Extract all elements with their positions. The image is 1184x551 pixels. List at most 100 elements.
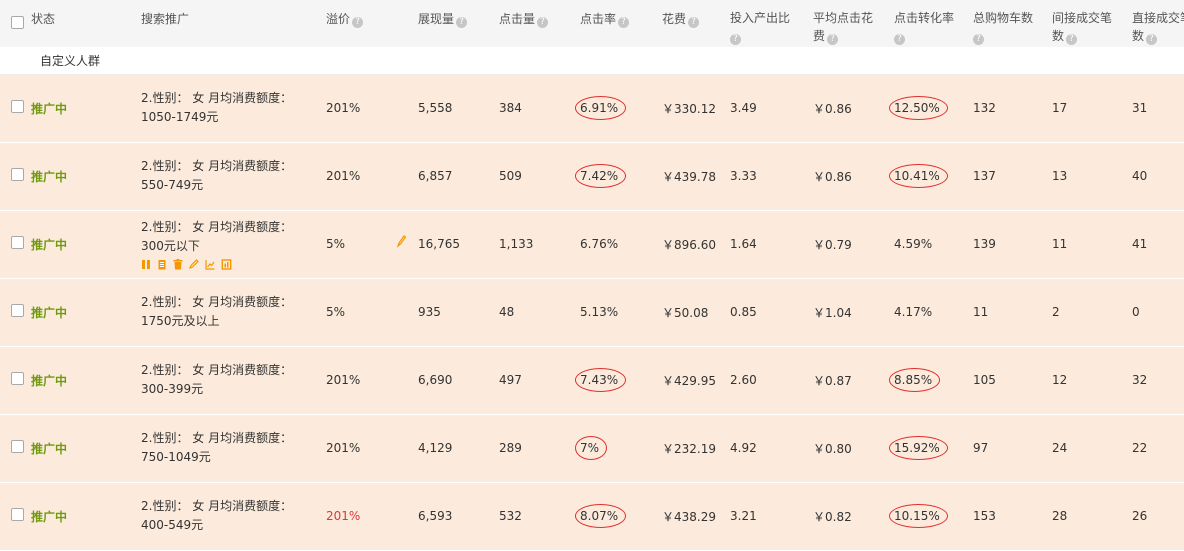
edit-premium-icon[interactable] <box>396 234 407 248</box>
impressions-cell: 6,593 <box>418 482 499 550</box>
cpc-cell: ￥0.82 <box>813 482 894 550</box>
help-icon[interactable]: ? <box>456 17 468 28</box>
delete-icon[interactable] <box>173 258 183 270</box>
ctr-cell: 6.91% <box>574 74 662 142</box>
help-icon[interactable]: ? <box>537 17 549 28</box>
status-cell: 推广中 <box>31 482 141 550</box>
cpc-cell: ￥1.04 <box>813 278 894 346</box>
crowd-line1: 2.性别： 女 月均消费额度： <box>141 295 293 309</box>
cart-cell: 132 <box>973 74 1052 142</box>
crowd-line1: 2.性别： 女 月均消费额度： <box>141 431 293 445</box>
premium-cell: 201% <box>326 414 418 482</box>
indirect-deals-value: 28 <box>1052 509 1068 523</box>
cart-cell: 137 <box>973 142 1052 210</box>
col-cpc[interactable]: 平均点击花费? <box>813 0 894 47</box>
row-checkbox[interactable] <box>11 440 24 453</box>
indirect-deals-cell: 11 <box>1052 210 1132 278</box>
row-select-cell <box>0 482 31 550</box>
group-header-row: 自定义人群 <box>0 47 1184 74</box>
help-icon[interactable]: ? <box>730 34 741 45</box>
crowd-line2: 300元以下 <box>141 238 200 253</box>
indirect-deals-value: 11 <box>1052 237 1068 251</box>
col-crowd[interactable]: 搜索推广 <box>141 0 326 47</box>
row-checkbox[interactable] <box>11 100 24 113</box>
report-icon[interactable] <box>221 258 232 270</box>
cost-cell: ￥50.08 <box>662 278 730 346</box>
col-premium[interactable]: 溢价? <box>326 0 418 47</box>
table-row[interactable]: 推广中 2.性别： 女 月均消费额度： 300元以下 5% 16,765 1,133 6.7… <box>0 210 1184 278</box>
col-status[interactable]: 状态 <box>31 0 141 47</box>
row-checkbox[interactable] <box>11 168 24 181</box>
cpc-value: ￥0.82 <box>813 509 852 524</box>
table-row[interactable]: 推广中 2.性别： 女 月均消费额度： 1050-1749元 201% 5,558 384… <box>0 74 1184 142</box>
col-direct-deals[interactable]: 直接成交笔数? <box>1132 0 1184 47</box>
help-icon[interactable]: ? <box>618 17 630 28</box>
table-row[interactable]: 推广中 2.性别： 女 月均消费额度： 550-749元 201% 6,857 509 7.… <box>0 142 1184 210</box>
status-cell: 推广中 <box>31 346 141 414</box>
premium-value: 201% <box>326 509 361 523</box>
premium-cell: 5% <box>326 278 418 346</box>
table-row[interactable]: 推广中 2.性别： 女 月均消费额度： 300-399元 201% 6,690 497 7.… <box>0 346 1184 414</box>
cvr-value: 8.85% <box>888 368 941 392</box>
table-row[interactable]: 推广中 2.性别： 女 月均消费额度： 750-1049元 201% 4,129 289 7… <box>0 414 1184 482</box>
table-row[interactable]: 推广中 2.性别： 女 月均消费额度： 400-549元 201% 6,593 532 8.… <box>0 482 1184 550</box>
cpc-cell: ￥0.80 <box>813 414 894 482</box>
clicks-cell: 509 <box>499 142 580 210</box>
direct-deals-value: 26 <box>1132 509 1148 523</box>
help-icon[interactable]: ? <box>688 17 700 28</box>
help-icon[interactable]: ? <box>1146 34 1158 45</box>
premium-value: 201% <box>326 169 361 183</box>
crowd-line1: 2.性别： 女 月均消费额度： <box>141 499 293 513</box>
col-roi[interactable]: 投入产出比? <box>730 0 813 47</box>
indirect-deals-cell: 2 <box>1052 278 1132 346</box>
col-cost[interactable]: 花费? <box>662 0 730 47</box>
status-text: 推广中 <box>31 373 68 388</box>
select-all-checkbox[interactable] <box>11 16 24 29</box>
direct-deals-value: 32 <box>1132 373 1148 387</box>
crowd-line1: 2.性别： 女 月均消费额度： <box>141 363 293 377</box>
col-impressions[interactable]: 展现量? <box>418 0 499 47</box>
cvr-value: 4.17% <box>894 305 933 319</box>
edit-icon[interactable] <box>188 258 199 270</box>
ctr-value: 7.42% <box>574 164 627 188</box>
roi-cell: 3.49 <box>730 74 813 142</box>
premium-value: 201% <box>326 101 361 115</box>
col-indirect-deals[interactable]: 间接成交笔数? <box>1052 0 1132 47</box>
col-ctr[interactable]: 点击率? <box>580 0 662 47</box>
copy-icon[interactable] <box>157 259 167 270</box>
help-icon[interactable]: ? <box>352 17 364 28</box>
clicks-cell: 48 <box>499 278 580 346</box>
crowd-line2: 550-749元 <box>141 178 204 192</box>
premium-value: 201% <box>326 441 361 455</box>
row-checkbox[interactable] <box>11 508 24 521</box>
cost-value: ￥429.95 <box>662 373 716 388</box>
roi-cell: 3.33 <box>730 142 813 210</box>
crowd-line2: 300-399元 <box>141 382 204 396</box>
impressions-value: 5,558 <box>418 101 453 115</box>
clicks-value: 497 <box>499 373 522 387</box>
trend-chart-icon[interactable] <box>205 259 215 270</box>
help-icon[interactable]: ? <box>827 34 839 45</box>
cost-cell: ￥896.60 <box>662 210 730 278</box>
row-checkbox[interactable] <box>11 372 24 385</box>
col-cart[interactable]: 总购物车数? <box>973 0 1052 47</box>
help-icon[interactable]: ? <box>1066 34 1078 45</box>
clicks-cell: 384 <box>499 74 580 142</box>
ctr-value: 6.91% <box>574 96 627 120</box>
cpc-cell: ￥0.86 <box>813 142 894 210</box>
crowd-line1: 2.性别： 女 月均消费额度： <box>141 91 293 105</box>
row-select-cell <box>0 278 31 346</box>
table-row[interactable]: 推广中 2.性别： 女 月均消费额度： 1750元及以上 5% 935 48 5.13% ￥5… <box>0 278 1184 346</box>
help-icon[interactable]: ? <box>894 34 905 45</box>
row-checkbox[interactable] <box>11 236 24 249</box>
row-checkbox[interactable] <box>11 304 24 317</box>
status-cell: 推广中 <box>31 142 141 210</box>
col-cvr[interactable]: 点击转化率? <box>894 0 973 47</box>
pause-icon[interactable] <box>141 259 151 270</box>
crowd-cell: 2.性别： 女 月均消费额度： 550-749元 <box>141 142 326 210</box>
crowd-cell: 2.性别： 女 月均消费额度： 300元以下 <box>141 210 326 278</box>
cvr-value: 12.50% <box>889 96 948 120</box>
direct-deals-cell: 22 <box>1132 414 1184 482</box>
col-clicks[interactable]: 点击量? <box>499 0 580 47</box>
help-icon[interactable]: ? <box>973 34 984 45</box>
